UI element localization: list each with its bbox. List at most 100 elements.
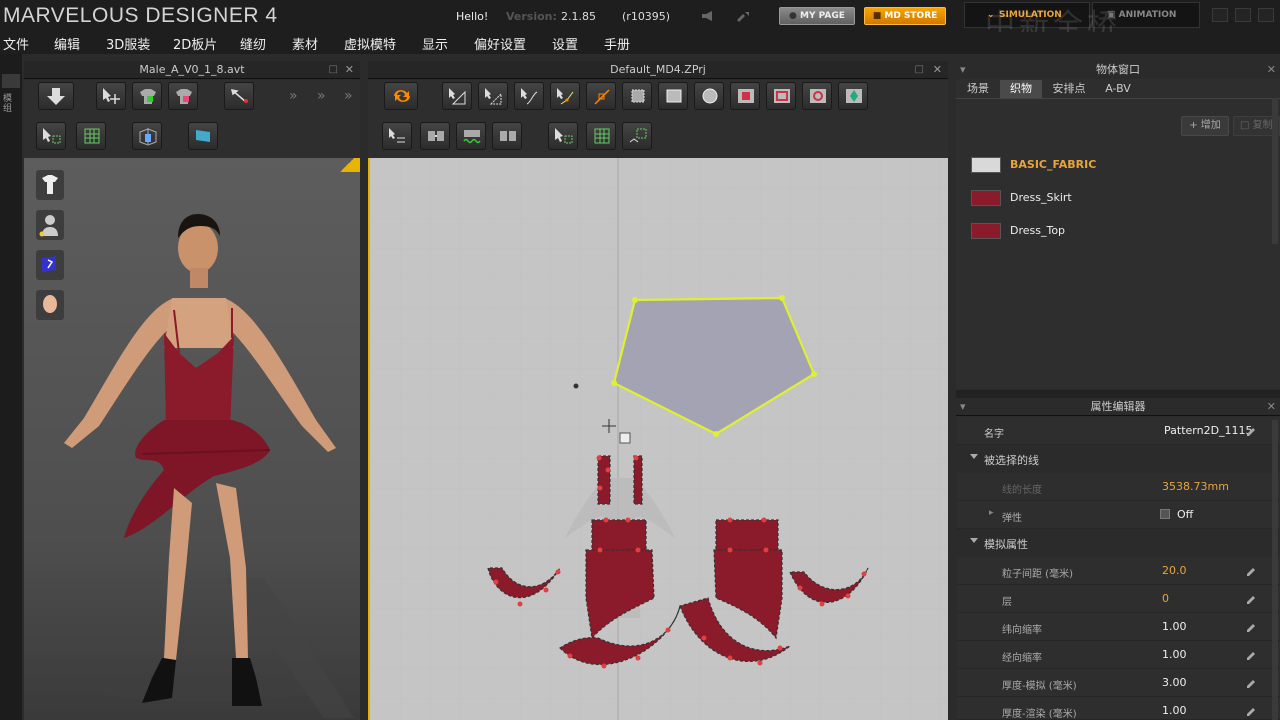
panel-menu-icon[interactable]: ▾ — [960, 61, 966, 79]
segment-sewing-tool[interactable] — [382, 122, 412, 150]
topstitch-tool[interactable] — [492, 122, 522, 150]
pencil-icon[interactable] — [1245, 704, 1257, 716]
close-icon[interactable]: ✕ — [1267, 61, 1276, 79]
fabric-item[interactable]: Dress_Top — [957, 216, 1280, 246]
menu-edit[interactable]: 编辑 — [54, 34, 80, 53]
avatar-pose-tool[interactable] — [132, 122, 162, 150]
select-particles-tool[interactable] — [36, 122, 66, 150]
menu-materials[interactable]: 素材 — [292, 34, 318, 53]
edit-points-tool[interactable] — [550, 82, 580, 110]
menu-settings[interactable]: 设置 — [552, 34, 578, 53]
synchronize-button[interactable] — [384, 82, 418, 110]
elastic-checkbox[interactable] — [1160, 509, 1170, 519]
edit-pattern-tool[interactable] — [478, 82, 508, 110]
close-icon[interactable]: ✕ — [933, 61, 942, 79]
prop-value[interactable]: 0 — [1162, 592, 1169, 605]
menu-display[interactable]: 显示 — [422, 34, 448, 53]
md-store-button[interactable]: ■ MD STORE — [864, 7, 946, 25]
select-mesh-2d-tool[interactable] — [548, 122, 578, 150]
maximize-button[interactable] — [1235, 8, 1251, 22]
fabric-texture-tool[interactable] — [188, 122, 218, 150]
circle-tool[interactable] — [694, 82, 724, 110]
more-tools-chevron-icon-3[interactable]: » — [344, 88, 353, 104]
drop-avatar-button[interactable] — [38, 82, 74, 110]
more-tools-chevron-icon-2[interactable]: » — [317, 88, 326, 104]
property-scrollbar[interactable] — [1272, 420, 1278, 720]
internal-polygon-tool[interactable] — [730, 82, 760, 110]
prop-thickness-render-row: 厚度-渲染 (毫米) 1.00 — [957, 697, 1280, 720]
close-icon[interactable]: ✕ — [1267, 398, 1276, 416]
menu-manual[interactable]: 手册 — [604, 34, 630, 53]
close-window-button[interactable] — [1258, 8, 1274, 22]
more-tools-chevron-icon[interactable]: » — [289, 88, 298, 104]
library-toggle-icon[interactable] — [2, 74, 20, 88]
menu-file[interactable]: 文件 — [3, 34, 29, 53]
pencil-icon[interactable] — [1245, 648, 1257, 660]
prop-value[interactable]: 3.00 — [1162, 676, 1187, 689]
garment-select-tool[interactable] — [132, 82, 162, 110]
segment-sewing-icon — [389, 128, 405, 143]
fabric-item[interactable]: Dress_Skirt — [957, 183, 1280, 213]
expand-arrow-icon[interactable]: ▸ — [989, 508, 994, 518]
panel-menu-icon[interactable]: ▾ — [960, 398, 966, 416]
pencil-icon[interactable] — [1245, 676, 1257, 688]
menu-preferences[interactable]: 偏好设置 — [474, 34, 526, 53]
pencil-icon[interactable] — [1245, 424, 1257, 436]
internal-circle-tool[interactable] — [802, 82, 832, 110]
mesh-2d-tool[interactable] — [586, 122, 616, 150]
prop-value[interactable]: 1.00 — [1162, 620, 1187, 633]
rectangle-tool[interactable] — [658, 82, 688, 110]
close-icon[interactable]: ✕ — [345, 61, 354, 79]
fabric-name: Dress_Skirt — [1010, 191, 1072, 204]
edit-curvature-tool[interactable] — [514, 82, 544, 110]
curve-icon — [521, 88, 538, 105]
pencil-icon[interactable] — [1245, 564, 1257, 576]
menu-2d-pattern[interactable]: 2D板片 — [173, 34, 217, 53]
section-selected-line[interactable]: 被选择的线 — [957, 445, 1280, 473]
prop-value[interactable]: 20.0 — [1162, 564, 1187, 577]
fabric-list-scrollbar[interactable] — [1272, 98, 1278, 244]
my-page-button[interactable]: ● MY PAGE — [779, 7, 855, 25]
viewport-3d[interactable] — [24, 158, 360, 720]
float-panel-icon[interactable]: □ — [915, 61, 924, 79]
polygon-tool[interactable] — [622, 82, 652, 110]
add-fabric-button[interactable]: + 增加 — [1181, 116, 1229, 136]
menu-avatar[interactable]: 虚拟模特 — [344, 34, 396, 53]
pencil-icon[interactable] — [1245, 620, 1257, 632]
section-simulation[interactable]: 模拟属性 — [957, 529, 1280, 557]
panel-splitter[interactable] — [956, 390, 1280, 398]
float-panel-icon[interactable]: □ — [329, 61, 338, 79]
free-sewing-icon — [428, 131, 444, 141]
minimize-button[interactable] — [1212, 8, 1228, 22]
avatar-model[interactable] — [24, 158, 360, 720]
pin-tool[interactable] — [224, 82, 254, 110]
internal-rectangle-tool[interactable] — [766, 82, 796, 110]
tools-icon[interactable] — [735, 10, 753, 22]
circle-icon — [702, 88, 718, 104]
tab-fabric[interactable]: 织物 — [1000, 80, 1042, 98]
elastic-sewing-tool[interactable] — [456, 122, 486, 150]
tab-arrangement-points[interactable]: 安排点 — [1043, 80, 1095, 98]
prop-weft-shrink-row: 纬向缩率 1.00 — [957, 613, 1280, 641]
prop-value[interactable]: 1.00 — [1162, 648, 1187, 661]
free-sewing-tool[interactable] — [420, 122, 450, 150]
garment-fold-tool[interactable] — [168, 82, 198, 110]
pencil-icon[interactable] — [1245, 592, 1257, 604]
megaphone-icon[interactable] — [700, 10, 718, 22]
select-move-tool[interactable] — [96, 82, 126, 110]
add-point-tool[interactable] — [586, 82, 616, 110]
menu-3d-garment[interactable]: 3D服装 — [106, 34, 150, 53]
fabric-item[interactable]: BASIC_FABRIC — [957, 150, 1280, 180]
mesh-tool[interactable] — [76, 122, 106, 150]
prop-value[interactable]: 1.00 — [1162, 704, 1187, 717]
viewport-2d[interactable] — [368, 158, 948, 720]
fold-mesh-tool[interactable] — [622, 122, 652, 150]
tab-avatar[interactable]: A-BV — [1096, 80, 1140, 98]
transform-pattern-tool[interactable] — [442, 82, 472, 110]
dart-tool[interactable] — [838, 82, 868, 110]
pattern-name-value[interactable]: Pattern2D_1115 — [1164, 424, 1253, 437]
prop-particle-distance-row: 粒子间距 (毫米) 20.0 — [957, 557, 1280, 585]
tab-scene[interactable]: 场景 — [957, 80, 999, 98]
menu-sewing[interactable]: 缝纫 — [240, 34, 266, 53]
pattern-canvas[interactable] — [370, 158, 948, 720]
